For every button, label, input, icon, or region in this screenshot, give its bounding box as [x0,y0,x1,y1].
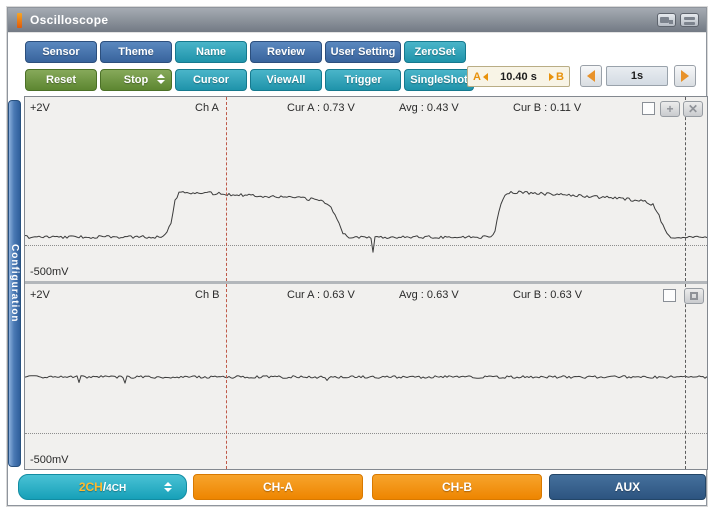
channel-a-close-button[interactable]: ✕ [683,101,703,117]
singleshot-button[interactable]: SingleShot [404,69,474,91]
cursor-b-label: B [556,70,564,83]
user-setting-button[interactable]: User Setting [325,41,401,63]
channel-a-name: Ch A [195,102,219,114]
scope-area: +2V Ch A Cur A : 0.73 V Avg : 0.43 V Cur… [24,96,708,470]
channel-b-cursor-a-value: Cur A : 0.63 V [287,289,355,301]
channel-b-checkbox[interactable] [663,289,676,302]
mode-alternate: 4CH [106,483,127,494]
cursor-a-line[interactable] [226,97,227,281]
channel-a-panel: +2V Ch A Cur A : 0.73 V Avg : 0.43 V Cur… [25,97,707,281]
title-bar: Oscilloscope [8,8,706,32]
mode-selected: 2CH [78,480,103,494]
panel-layout-icon[interactable] [657,13,676,27]
updown-spinner-icon [164,482,172,492]
channel-a-waveform [25,190,707,253]
aux-button[interactable]: AUX [549,474,706,500]
channel-a-avg-value: Avg : 0.43 V [399,102,459,114]
cursor-b-line[interactable] [685,97,686,281]
channel-a-cursor-a-value: Cur A : 0.73 V [287,102,355,114]
app-icon [17,12,22,28]
stop-dropdown[interactable]: Stop [100,69,172,91]
viewall-button[interactable]: ViewAll [250,69,322,91]
arrow-right-icon [681,70,689,82]
arrow-left-icon [587,70,595,82]
channel-b-avg-value: Avg : 0.63 V [399,289,459,301]
channel-mode-dropdown[interactable]: 2CH/4CH [18,474,187,500]
timebase-value: 1s [606,66,668,86]
cursor-time-display: A 10.40 s B [467,66,570,87]
channel-b-top-scale: +2V [30,289,50,301]
cursor-a-label: A [473,70,481,83]
channel-a-button[interactable]: CH-A [193,474,363,500]
zeroset-button[interactable]: ZeroSet [404,41,466,63]
review-button[interactable]: Review [250,41,322,63]
time-delta-value: 10.40 s [500,70,537,83]
trigger-button[interactable]: Trigger [325,69,401,91]
channel-b-panel: +2V Ch B Cur A : 0.63 V Avg : 0.63 V Cur… [25,284,707,469]
cursor-a-line[interactable] [226,284,227,469]
channel-b-button[interactable]: CH-B [372,474,542,500]
channel-a-top-scale: +2V [30,102,50,114]
theme-button[interactable]: Theme [100,41,172,63]
channel-b-bottom-scale: -500mV [30,454,69,466]
reset-button[interactable]: Reset [25,69,97,91]
configuration-tab[interactable]: Configuration [8,100,21,467]
channel-a-checkbox[interactable] [642,102,655,115]
configuration-tab-label: Configuration [9,244,20,323]
toolbar: Sensor Theme Name Review User Setting Ze… [8,32,706,96]
timebase-decrease-button[interactable] [580,65,602,87]
channel-a-cursor-b-value: Cur B : 0.11 V [513,102,582,114]
cursor-b-line[interactable] [685,284,686,469]
zero-reference-line [25,245,707,246]
stop-label: Stop [123,74,149,86]
square-icon [690,292,698,300]
app-window: Oscilloscope Sensor Theme Name Review Us… [7,7,708,506]
channel-a-expand-button[interactable]: + [660,101,680,117]
channel-b-waveform [25,375,707,384]
sensor-button[interactable]: Sensor [25,41,97,63]
window-stack-icon[interactable] [680,13,699,27]
updown-spinner-icon [157,74,165,84]
zero-reference-line [25,433,707,434]
channel-a-bottom-scale: -500mV [30,266,69,278]
timebase-increase-button[interactable] [674,65,696,87]
plus-icon: + [666,102,674,116]
window-title: Oscilloscope [30,13,109,27]
cursor-button[interactable]: Cursor [175,69,247,91]
channel-b-maximize-button[interactable] [684,288,704,304]
channel-b-name: Ch B [195,289,220,301]
arrow-right-icon [549,72,555,81]
close-icon: ✕ [687,102,699,116]
name-button[interactable]: Name [175,41,247,63]
channel-b-cursor-b-value: Cur B : 0.63 V [513,289,583,301]
